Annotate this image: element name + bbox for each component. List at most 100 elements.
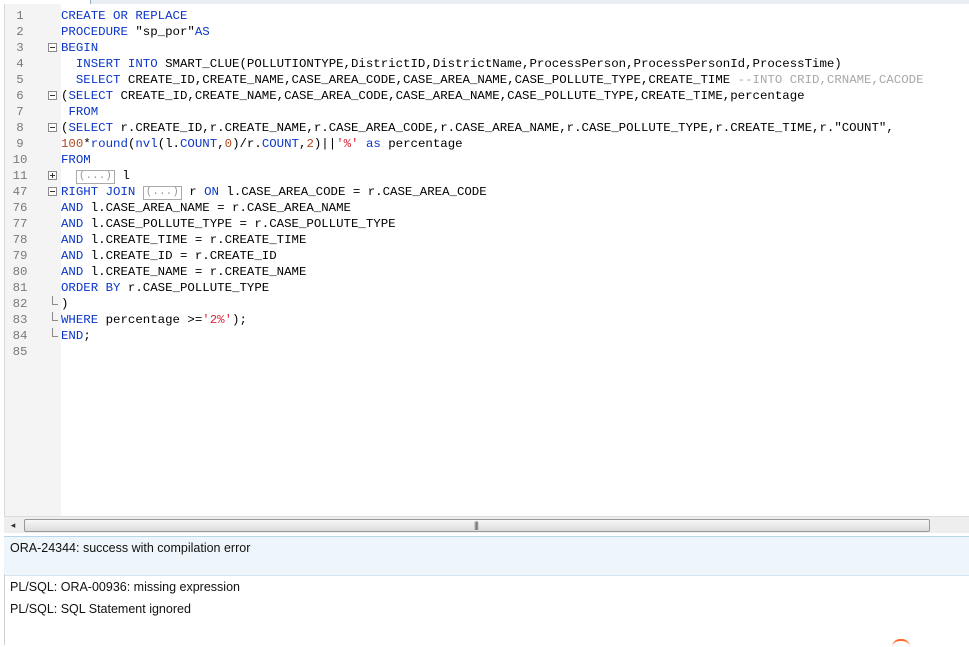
fold-end-marker-icon (52, 296, 58, 305)
code-line[interactable]: 6 (SELECT CREATE_ID,CREATE_NAME,CASE_AREA… (0, 88, 969, 104)
line-number: 81 (12, 281, 28, 295)
sql-keyword: PROCEDURE (61, 25, 128, 39)
string-literal: '2%' (202, 313, 233, 327)
code-text: FROM (61, 104, 98, 120)
scrollbar-thumb[interactable]: ||| (24, 519, 930, 532)
sql-keyword: AND (61, 249, 84, 263)
sql-keyword: AND (61, 217, 84, 231)
code-token: , (217, 137, 225, 151)
scroll-left-arrow-icon[interactable]: ◂ (6, 517, 20, 533)
code-line[interactable]: 8 (SELECT r.CREATE_ID,r.CREATE_NAME,r.CAS… (0, 120, 969, 136)
code-line[interactable]: 47 RIGHT JOIN (...) r ON l.CASE_AREA_CODE… (0, 184, 969, 200)
code-line[interactable]: 85 (0, 344, 969, 360)
sql-keyword: ORDER BY (61, 281, 121, 295)
code-text: (SELECT r.CREATE_ID,r.CREATE_NAME,r.CASE… (61, 120, 894, 136)
code-text: INSERT INTO SMART_CLUE(POLLUTIONTYPE,Dis… (61, 56, 842, 72)
code-line[interactable]: 81 ORDER BY r.CASE_POLLUTE_TYPE (0, 280, 969, 296)
error-message: PL/SQL: ORA-00936: missing expression (10, 580, 240, 594)
code-token: )|| (313, 137, 337, 151)
line-number: 78 (12, 233, 28, 247)
code-line[interactable]: 84 END; (0, 328, 969, 344)
line-number: 11 (12, 169, 28, 183)
line-number: 80 (12, 265, 28, 279)
fold-expand-icon[interactable] (48, 171, 57, 180)
code-text: AND l.CREATE_ID = r.CREATE_ID (61, 248, 277, 264)
horizontal-scrollbar[interactable]: ◂ ||| (4, 516, 969, 533)
line-number: 8 (16, 121, 24, 135)
code-token: l (114, 169, 130, 183)
sql-keyword: AND (61, 265, 84, 279)
number-literal: 2 (306, 137, 314, 151)
fold-collapse-icon[interactable] (48, 91, 57, 100)
code-token: SMART_CLUE(POLLUTIONTYPE,DistrictID,Dist… (157, 57, 842, 71)
line-number: 76 (12, 201, 28, 215)
code-token: ); (232, 313, 247, 327)
code-line[interactable]: 80 AND l.CREATE_NAME = r.CREATE_NAME (0, 264, 969, 280)
code-line[interactable]: 82) (0, 296, 969, 312)
code-line[interactable]: 10 FROM (0, 152, 969, 168)
code-line[interactable]: 79 AND l.CREATE_ID = r.CREATE_ID (0, 248, 969, 264)
code-line[interactable]: 5 SELECT CREATE_ID,CREATE_NAME,CASE_AREA… (0, 72, 969, 88)
sql-keyword: AND (61, 233, 84, 247)
code-token: l.CREATE_TIME = r.CREATE_TIME (83, 233, 307, 247)
sql-keyword: END (61, 329, 84, 343)
code-line[interactable]: 2 PROCEDURE "sp_por"AS (0, 24, 969, 40)
sql-keyword: RIGHT JOIN (61, 185, 136, 199)
collapsed-block-marker[interactable]: (...) (142, 186, 182, 200)
code-text: CREATE OR REPLACE (61, 8, 187, 24)
line-number: 83 (12, 313, 28, 327)
code-text: PROCEDURE "sp_por"AS (61, 24, 210, 40)
line-number: 6 (16, 89, 24, 103)
sql-keyword: FROM (68, 105, 99, 119)
sql-keyword: INSERT INTO (75, 57, 158, 71)
line-number: 85 (12, 345, 28, 359)
code-line[interactable]: 11 (...) l (0, 168, 969, 184)
fold-collapse-icon[interactable] (48, 123, 57, 132)
code-text: RIGHT JOIN (...) r ON l.CASE_AREA_CODE =… (61, 184, 487, 200)
fold-collapse-icon[interactable] (48, 187, 57, 196)
code-editor[interactable]: 1 CREATE OR REPLACE 2 PROCEDURE "sp_por"AS 3… (0, 4, 969, 516)
sql-keyword: SELECT (68, 121, 114, 135)
code-token: l.CASE_AREA_CODE = r.CASE_AREA_CODE (219, 185, 487, 199)
code-line[interactable]: 4 INSERT INTO SMART_CLUE(POLLUTIONTYPE,D… (0, 56, 969, 72)
code-text: WHERE percentage >='2%'); (61, 312, 247, 328)
code-token: )/r. (232, 137, 262, 151)
code-token: r.CASE_POLLUTE_TYPE (120, 281, 270, 295)
code-text: AND l.CASE_AREA_NAME = r.CASE_AREA_NAME (61, 200, 351, 216)
code-line[interactable]: 7 FROM (0, 104, 969, 120)
string-literal: '%' (336, 137, 359, 151)
number-literal: 0 (224, 137, 233, 151)
code-token: "sp_por" (127, 25, 195, 39)
code-line[interactable]: 1 CREATE OR REPLACE (0, 8, 969, 24)
line-number: 1 (16, 9, 24, 23)
sql-keyword: AND (61, 201, 84, 215)
code-line[interactable]: 78 AND l.CREATE_TIME = r.CREATE_TIME (0, 232, 969, 248)
code-text: ) (61, 296, 68, 312)
code-text: (...) l (61, 168, 130, 184)
code-line[interactable]: 3 BEGIN (0, 40, 969, 56)
code-text: FROM (61, 152, 91, 168)
fold-end-marker-icon (52, 328, 58, 337)
sql-keyword: nvl (135, 137, 158, 151)
line-number: 5 (16, 73, 24, 87)
line-number: 7 (16, 105, 24, 119)
line-number: 84 (12, 329, 28, 343)
fold-collapse-icon[interactable] (48, 43, 57, 52)
line-number: 3 (16, 41, 24, 55)
error-message: PL/SQL: SQL Statement ignored (10, 602, 191, 616)
code-line[interactable]: 83 WHERE percentage >='2%'); (0, 312, 969, 328)
line-number: 4 (16, 57, 24, 71)
code-line[interactable]: 9 100*round(nvl(l.COUNT,0)/r.COUNT,2)||'%… (0, 136, 969, 152)
code-line[interactable]: 77 AND l.CASE_POLLUTE_TYPE = r.CASE_POLLU… (0, 216, 969, 232)
code-token: ; (83, 329, 91, 343)
sql-keyword: SELECT (75, 73, 121, 87)
line-number: 9 (16, 137, 24, 151)
code-line[interactable]: 76 AND l.CASE_AREA_NAME = r.CASE_AREA_NAM… (0, 200, 969, 216)
decorative-swoosh-icon (892, 639, 910, 647)
collapsed-block-marker[interactable]: (...) (75, 170, 115, 184)
sql-keyword: as (365, 137, 381, 151)
sql-keyword: COUNT (180, 137, 218, 151)
